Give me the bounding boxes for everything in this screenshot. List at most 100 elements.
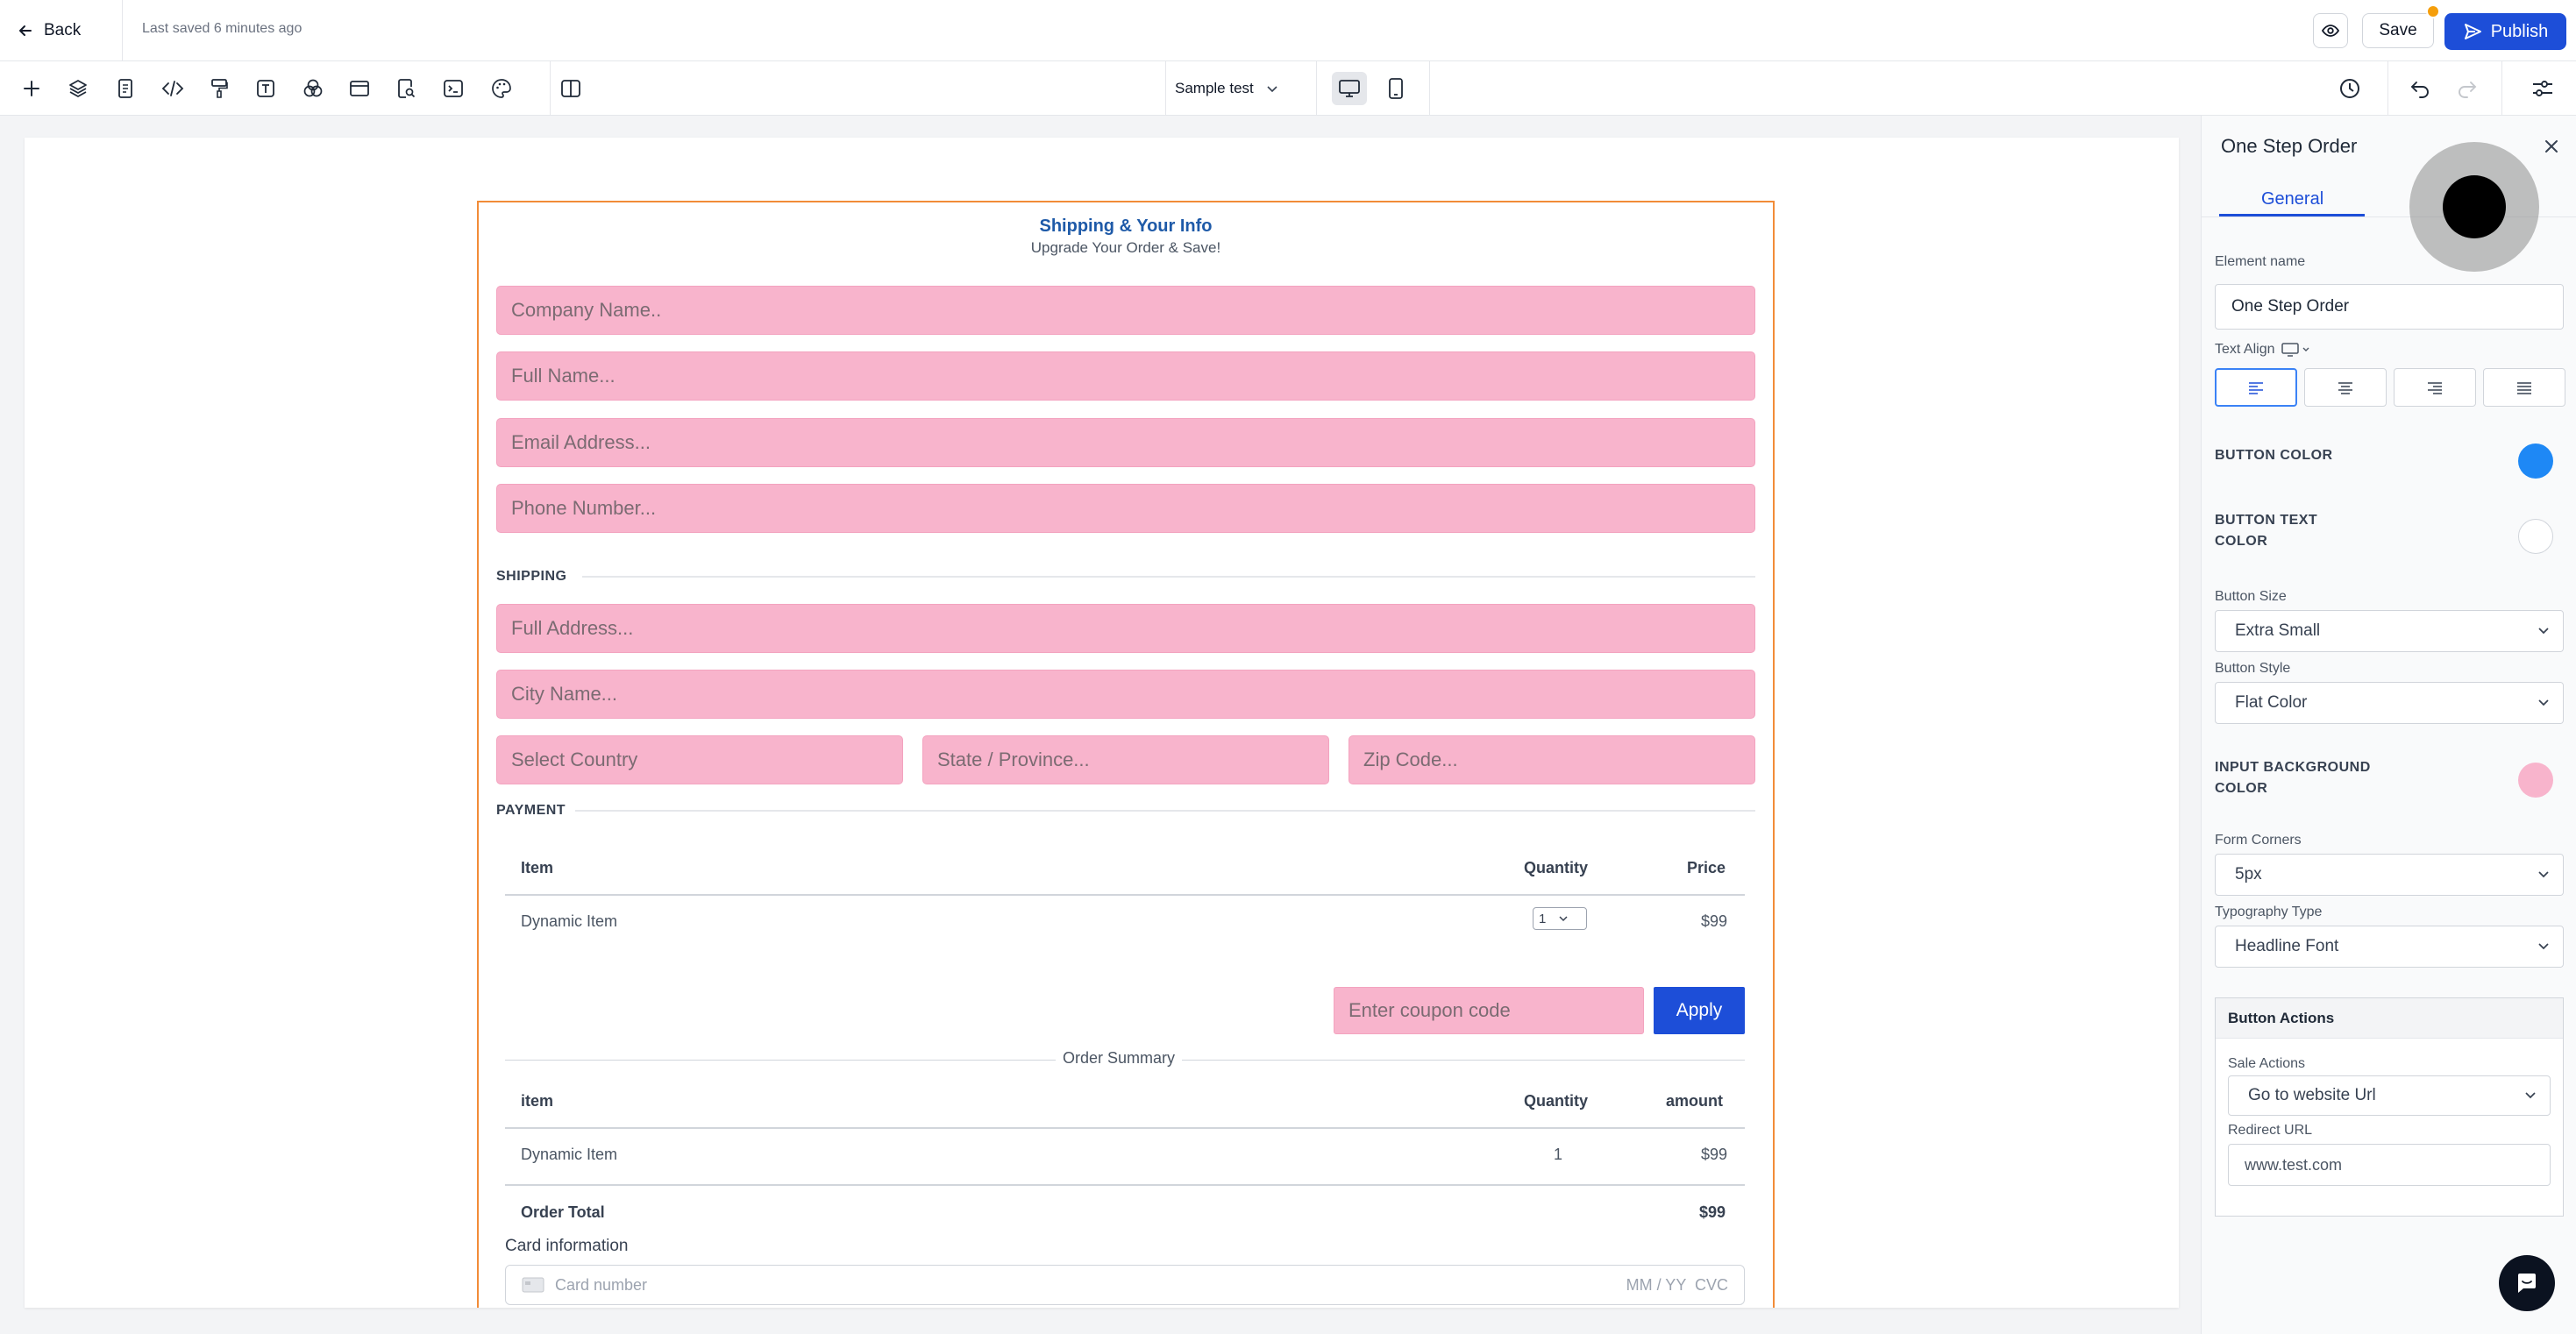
editor-canvas: Shipping & Your Info Upgrade Your Order …: [25, 138, 2179, 1308]
search-document-icon: [396, 78, 416, 99]
full-name-input[interactable]: Full Name...: [496, 351, 1755, 401]
button-size-select[interactable]: Extra Small: [2215, 610, 2564, 652]
coupon-input[interactable]: Enter coupon code: [1334, 987, 1644, 1034]
theme-button[interactable]: [487, 74, 516, 103]
page-selector[interactable]: Sample test: [1175, 74, 1278, 103]
cursor-dot: [2443, 175, 2506, 238]
sections-button[interactable]: [345, 74, 374, 103]
sale-actions-value: Go to website Url: [2248, 1086, 2376, 1104]
phone-input[interactable]: Phone Number...: [496, 484, 1755, 533]
styles-button[interactable]: [204, 74, 234, 103]
button-actions-title: Button Actions: [2216, 998, 2563, 1039]
order-total-value: $99: [1699, 1203, 1726, 1221]
undo-button[interactable]: [2405, 74, 2435, 103]
chevron-down-icon: [1558, 915, 1569, 922]
desktop-icon[interactable]: [2281, 343, 2310, 357]
pages-button[interactable]: [110, 74, 140, 103]
button-text-color-swatch[interactable]: [2518, 519, 2553, 554]
sale-actions-select[interactable]: Go to website Url: [2228, 1075, 2551, 1116]
summary-header-quantity: Quantity: [1524, 1092, 1589, 1110]
redirect-url-input[interactable]: www.test.com: [2228, 1144, 2551, 1186]
chat-bubble-icon: [2514, 1270, 2540, 1296]
align-center-button[interactable]: [2304, 368, 2387, 407]
close-panel-button[interactable]: [2538, 133, 2565, 160]
quantity-value: 1: [1539, 911, 1547, 926]
clock-icon: [2338, 77, 2361, 100]
divider: [505, 894, 1745, 896]
terminal-button[interactable]: [438, 74, 468, 103]
code-button[interactable]: [158, 74, 188, 103]
redo-button[interactable]: [2452, 74, 2482, 103]
input-bg-color-label: INPUT BACKGROUND COLOR: [2215, 757, 2371, 799]
divider: [2501, 61, 2502, 116]
table-header-item: Item: [521, 859, 554, 876]
form-corners-label: Form Corners: [2215, 833, 2302, 848]
button-style-select[interactable]: Flat Color: [2215, 682, 2564, 724]
send-icon: [2463, 22, 2482, 41]
palette-icon: [491, 78, 512, 99]
tab-general[interactable]: General: [2261, 189, 2323, 209]
editor-toolbar: Sample test: [0, 61, 2576, 116]
button-text-color-label-line1: BUTTON TEXT: [2215, 513, 2318, 528]
button-color-swatch[interactable]: [2518, 443, 2553, 479]
undo-icon: [2409, 79, 2430, 98]
city-input[interactable]: City Name...: [496, 670, 1755, 719]
button-text-color-label-line2: COLOR: [2215, 534, 2268, 549]
toggle-panel-button[interactable]: [556, 74, 586, 103]
card-number-input[interactable]: Card number MM / YY CVC: [505, 1265, 1745, 1305]
redirect-url-label: Redirect URL: [2228, 1123, 2313, 1138]
summary-item-amount: $99: [1701, 1146, 1728, 1163]
apply-coupon-button[interactable]: Apply: [1654, 987, 1745, 1034]
divider: [505, 1184, 1745, 1186]
zip-input[interactable]: Zip Code...: [1348, 735, 1755, 784]
form-corners-select[interactable]: 5px: [2215, 854, 2564, 896]
chevron-down-icon: [2537, 870, 2551, 879]
divider: [122, 0, 123, 61]
element-name-input[interactable]: One Step Order: [2215, 284, 2564, 330]
desktop-view-button[interactable]: [1332, 72, 1367, 105]
add-element-button[interactable]: [17, 74, 46, 103]
button-size-value: Extra Small: [2235, 621, 2321, 640]
back-button[interactable]: Back: [18, 16, 81, 46]
seo-button[interactable]: [391, 74, 421, 103]
state-input[interactable]: State / Province...: [922, 735, 1329, 784]
table-header-price: Price: [1687, 859, 1726, 876]
one-step-order-form[interactable]: Shipping & Your Info Upgrade Your Order …: [477, 201, 1775, 1308]
divider: [575, 810, 1755, 812]
typography-button[interactable]: [251, 74, 281, 103]
settings-button[interactable]: [2528, 74, 2558, 103]
close-icon: [2543, 138, 2560, 155]
align-left-button[interactable]: [2215, 368, 2297, 407]
align-justify-icon: [2516, 380, 2533, 394]
align-justify-button[interactable]: [2483, 368, 2565, 407]
align-right-button[interactable]: [2394, 368, 2476, 407]
layers-button[interactable]: [63, 74, 93, 103]
quantity-select[interactable]: 1: [1533, 907, 1587, 930]
preview-button[interactable]: [2313, 13, 2348, 48]
panel-title: One Step Order: [2221, 135, 2358, 157]
text-icon: [256, 79, 275, 98]
input-bg-color-swatch[interactable]: [2518, 763, 2553, 798]
email-input[interactable]: Email Address...: [496, 418, 1755, 467]
summary-item-name: Dynamic Item: [521, 1146, 618, 1163]
company-name-input[interactable]: Company Name..: [496, 286, 1755, 335]
eye-icon: [2321, 21, 2340, 40]
save-button[interactable]: Save: [2362, 13, 2434, 48]
divider: [2387, 61, 2388, 116]
history-button[interactable]: [2335, 74, 2365, 103]
terminal-icon: [443, 79, 464, 98]
button-text-color-label: BUTTON TEXT COLOR: [2215, 510, 2317, 552]
button-actions-section: Button Actions Sale Actions Go to websit…: [2215, 997, 2564, 1217]
colors-button[interactable]: [298, 74, 328, 103]
publish-button[interactable]: Publish: [2444, 13, 2566, 50]
country-select[interactable]: Select Country: [496, 735, 903, 784]
chat-support-button[interactable]: [2499, 1255, 2555, 1311]
address-input[interactable]: Full Address...: [496, 604, 1755, 653]
typography-type-select[interactable]: Headline Font: [2215, 926, 2564, 968]
chevron-down-icon: [2523, 1091, 2537, 1100]
divider: [550, 61, 551, 116]
browser-window-icon: [349, 79, 370, 98]
order-summary-label: Order Summary: [1056, 1049, 1183, 1068]
mobile-view-button[interactable]: [1378, 72, 1413, 105]
properties-panel: One Step Order General ed Element name O…: [2201, 116, 2576, 1334]
